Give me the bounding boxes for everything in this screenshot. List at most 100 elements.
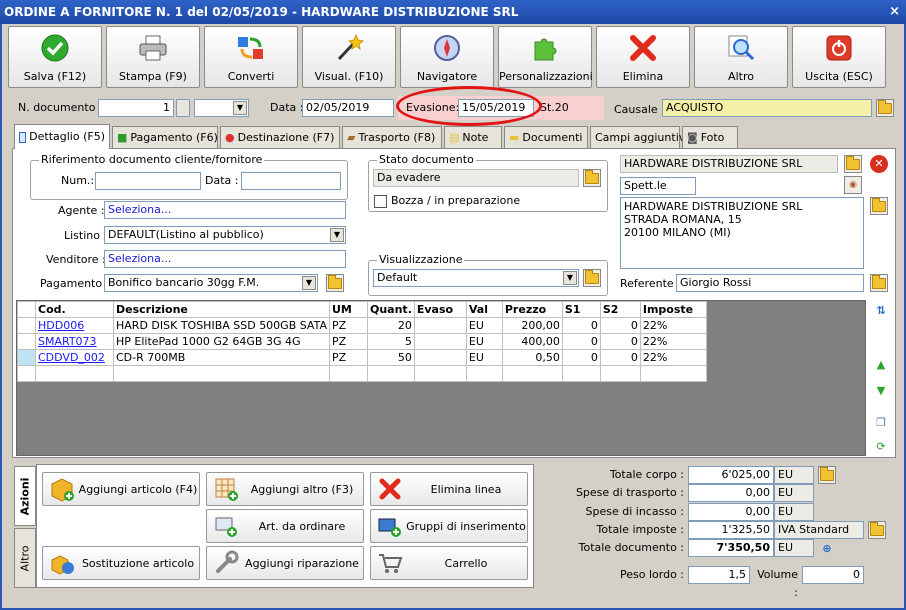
row-selector[interactable] (17, 349, 36, 366)
tab-pagamento[interactable]: ■ Pagamento (F6) (112, 126, 218, 148)
cell-imposte[interactable]: 22% (639, 333, 707, 350)
imposte-folder-button[interactable] (868, 521, 886, 539)
visualizzazione-select[interactable]: Default ▼ (373, 269, 579, 287)
cell-descrizione[interactable]: CD-R 700MB (113, 349, 330, 366)
navigator-button[interactable]: Navigatore (400, 26, 494, 88)
ndoc-series-select[interactable]: ▼ (194, 99, 249, 117)
cart-button[interactable]: Carrello (370, 546, 528, 580)
cell-s2[interactable]: 0 (599, 317, 641, 334)
cell-cod[interactable]: CDDVD_002 (35, 349, 114, 366)
ndoc-input[interactable]: 1 (98, 99, 174, 117)
table-row-empty[interactable] (17, 365, 707, 382)
pagamento-folder-button[interactable] (326, 274, 344, 292)
cell-s2[interactable]: 0 (599, 349, 641, 366)
cell-quant[interactable]: 50 (367, 349, 415, 366)
col-s1[interactable]: S1 (561, 301, 601, 318)
ndoc-suffix-input[interactable] (176, 99, 190, 117)
move-top-button[interactable]: ⇅ (872, 300, 890, 320)
data-input[interactable]: 02/05/2019 (302, 99, 394, 117)
col-evaso[interactable]: Evaso (413, 301, 467, 318)
referente-folder-button[interactable] (870, 274, 888, 292)
other-button[interactable]: Altro (694, 26, 788, 88)
cell-s1[interactable]: 0 (561, 349, 601, 366)
cell-descrizione[interactable]: HARD DISK TOSHIBA SSD 500GB SATA (113, 317, 330, 334)
fornitore-name[interactable]: HARDWARE DISTRIBUZIONE SRL (620, 155, 838, 173)
visualizzazione-folder-button[interactable] (583, 269, 601, 287)
cell-val[interactable]: EU (465, 333, 503, 350)
salutation-input[interactable]: Spett.le (620, 177, 696, 195)
cell-imposte[interactable]: 22% (639, 317, 707, 334)
cell-um[interactable]: PZ (329, 333, 368, 350)
table-row[interactable]: CDDVD_002 CD-R 700MB PZ 50 EU 0,50 0 0 2… (17, 349, 707, 366)
tab-documenti[interactable]: ▬ Documenti (504, 126, 588, 148)
cell-imposte[interactable]: 22% (639, 349, 707, 366)
cell-s2[interactable]: 0 (599, 333, 641, 350)
row-selector[interactable] (17, 317, 36, 334)
cell-evaso[interactable] (413, 317, 467, 334)
bozza-checkbox[interactable] (374, 195, 387, 208)
save-button[interactable]: Salva (F12) (8, 26, 102, 88)
tab-destinazione[interactable]: ● Destinazione (F7) (220, 126, 340, 148)
cell-evaso[interactable] (413, 349, 467, 366)
convert-button[interactable]: Converti (204, 26, 298, 88)
cell-descrizione[interactable]: HP ElitePad 1000 G2 64GB 3G 4G (113, 333, 330, 350)
customize-button[interactable]: Personalizzazioni (498, 26, 593, 88)
delete-button[interactable]: Elimina (596, 26, 690, 88)
col-quant[interactable]: Quant. (367, 301, 415, 318)
vtab-azioni[interactable]: Azioni (14, 466, 36, 526)
vtab-altro[interactable]: Altro (14, 528, 36, 588)
pagamento-select[interactable]: Bonifico bancario 30gg F.M. ▼ (104, 274, 318, 292)
causale-folder-button[interactable] (876, 99, 894, 117)
tab-dettaglio[interactable]: Dettaglio (F5) (14, 124, 110, 149)
add-article-button[interactable]: Aggiungi articolo (F4) (42, 472, 200, 506)
add-repair-button[interactable]: Aggiungi riparazione (206, 546, 364, 580)
fornitore-folder-button[interactable] (844, 155, 862, 173)
venditore-input[interactable]: Seleziona... (104, 250, 346, 268)
table-row[interactable]: HDD006 HARD DISK TOSHIBA SSD 500GB SATA … (17, 317, 707, 334)
insert-groups-button[interactable]: Gruppi di inserimento (370, 509, 528, 543)
tab-campi-aggiuntivi[interactable]: Campi aggiuntivi (590, 126, 688, 148)
order-article-button[interactable]: Art. da ordinare (206, 509, 364, 543)
trasporto-value[interactable]: 0,00 (688, 484, 774, 502)
tab-trasporto[interactable]: ▰ Trasporto (F8) (342, 126, 442, 148)
rif-data-input[interactable] (241, 172, 341, 190)
documento-value[interactable]: 7'350,50 (688, 539, 774, 557)
clear-fornitore-icon[interactable]: ✕ (870, 155, 888, 173)
cell-s1[interactable]: 0 (561, 333, 601, 350)
cell-prezzo[interactable]: 400,00 (501, 333, 563, 350)
copy-row-button[interactable]: ❐ (872, 412, 890, 432)
person-search-button[interactable]: ◉ (844, 176, 862, 194)
peso-value[interactable]: 1,5 (688, 566, 750, 584)
totale-corpo-folder-button[interactable] (818, 466, 836, 484)
refresh-button[interactable]: ⟳ (872, 436, 890, 456)
cell-prezzo[interactable]: 200,00 (501, 317, 563, 334)
referente-input[interactable]: Giorgio Rossi (676, 274, 864, 292)
stato-input[interactable]: Da evadere (373, 169, 579, 187)
table-row[interactable]: SMART073 HP ElitePad 1000 G2 64GB 3G 4G … (17, 333, 707, 350)
col-descrizione[interactable]: Descrizione (113, 301, 330, 318)
col-prezzo[interactable]: Prezzo (501, 301, 563, 318)
causale-input[interactable]: ACQUISTO (662, 99, 872, 117)
exit-button[interactable]: Uscita (ESC) (792, 26, 886, 88)
cell-cod[interactable]: SMART073 (35, 333, 114, 350)
rif-num-input[interactable] (95, 172, 201, 190)
listino-select[interactable]: DEFAULT(Listino al pubblico) ▼ (104, 226, 346, 244)
cell-um[interactable]: PZ (329, 317, 368, 334)
incasso-value[interactable]: 0,00 (688, 503, 774, 521)
address-textarea[interactable]: HARDWARE DISTRIBUZIONE SRL STRADA ROMANA… (620, 197, 864, 269)
cell-val[interactable]: EU (465, 317, 503, 334)
imposte-value[interactable]: 1'325,50 (688, 521, 774, 539)
visual-button[interactable]: Visual. (F10) (302, 26, 396, 88)
volume-value[interactable]: 0 (802, 566, 864, 584)
delete-line-button[interactable]: Elimina linea (370, 472, 528, 506)
col-val[interactable]: Val (465, 301, 503, 318)
print-button[interactable]: Stampa (F9) (106, 26, 200, 88)
col-um[interactable]: UM (329, 301, 368, 318)
row-selector[interactable] (17, 333, 36, 350)
replace-article-button[interactable]: Sostituzione articolo (42, 546, 200, 580)
row-selector[interactable] (17, 365, 36, 382)
add-other-button[interactable]: Aggiungi altro (F3) (206, 472, 364, 506)
cell-evaso[interactable] (413, 333, 467, 350)
stato-folder-button[interactable] (583, 169, 601, 187)
col-s2[interactable]: S2 (599, 301, 641, 318)
